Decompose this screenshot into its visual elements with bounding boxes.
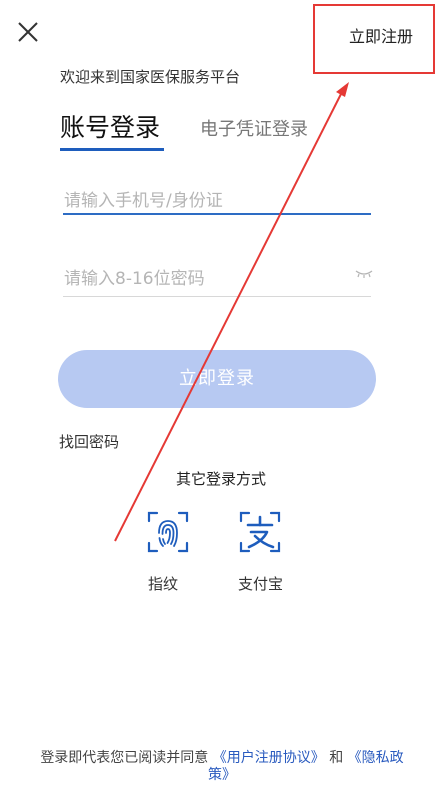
welcome-text: 欢迎来到国家医保服务平台 [60,68,241,86]
close-icon[interactable] [14,18,42,46]
active-tab-underline [60,148,164,151]
other-login-title: 其它登录方式 [175,470,266,488]
tab-account-login[interactable]: 账号登录 [60,108,160,144]
agreement-and: 和 [329,750,344,766]
register-button[interactable]: 立即注册 [349,23,413,47]
alipay-label: 支付宝 [238,575,284,593]
fingerprint-icon[interactable] [145,509,191,555]
user-agreement-link[interactable]: 《用户注册协议》 [213,750,325,766]
password-input[interactable]: 请输入8-16位密码 [64,264,205,289]
fingerprint-label: 指纹 [148,575,179,593]
phone-input[interactable]: 请输入手机号/身份证 [64,186,223,211]
password-input-underline [63,296,371,297]
tab-ecert-login[interactable]: 电子凭证登录 [200,115,308,141]
alipay-icon[interactable] [237,509,283,555]
agreement-prefix: 登录即代表您已阅读并同意 [40,750,209,766]
phone-input-underline [63,213,371,215]
login-button[interactable]: 立即登录 [58,350,376,408]
eye-closed-icon[interactable] [354,268,374,280]
find-password-link[interactable]: 找回密码 [59,431,119,452]
agreement-text: 登录即代表您已阅读并同意 《用户注册协议》 和 《隐私政策》 [32,750,412,784]
